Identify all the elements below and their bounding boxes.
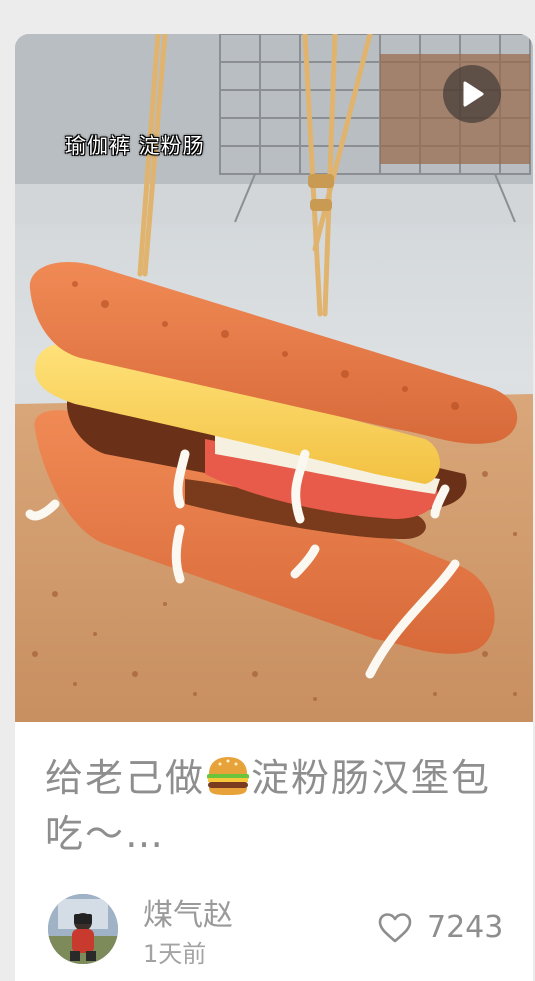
avatar-image <box>48 894 118 964</box>
play-button[interactable] <box>443 65 501 123</box>
post-card[interactable]: 瑜伽裤 淀粉肠 给老己做 淀粉肠汉堡包吃～… 煤气赵 1天前 7243 <box>15 34 533 981</box>
author-avatar[interactable] <box>48 894 118 964</box>
post-title[interactable]: 给老己做 淀粉肠汉堡包吃～… <box>45 750 515 862</box>
play-icon <box>463 81 484 107</box>
heart-outline-icon <box>378 912 412 942</box>
like-button[interactable]: 7243 <box>377 910 503 945</box>
post-time: 1天前 <box>143 940 207 968</box>
hamburger-emoji-icon <box>207 757 250 795</box>
video-caption-overlay: 瑜伽裤 淀粉肠 <box>65 134 205 158</box>
cover-image[interactable]: 瑜伽裤 淀粉肠 <box>15 34 533 722</box>
post-title-text-part1: 给老己做 <box>45 756 206 800</box>
author-name[interactable]: 煤气赵 <box>143 890 233 934</box>
like-count: 7243 <box>427 910 504 945</box>
